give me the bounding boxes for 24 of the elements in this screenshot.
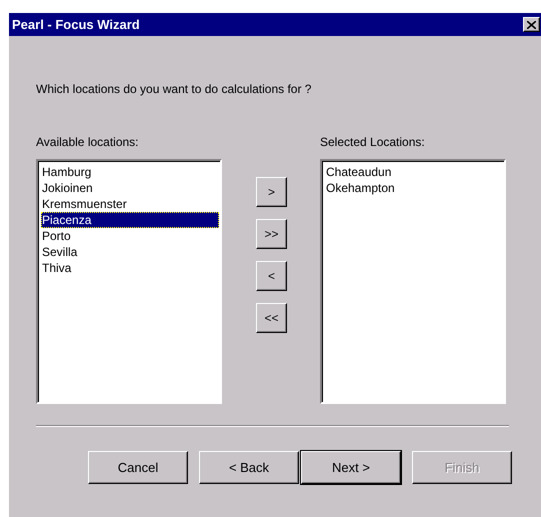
list-item[interactable]: Okehampton [325, 180, 503, 196]
wizard-button[interactable]: Next > [301, 451, 401, 484]
move-button[interactable]: >> [256, 219, 287, 249]
close-icon [527, 20, 536, 28]
window-title: Pearl - Focus Wizard [11, 17, 140, 32]
list-label: Selected Locations: [320, 135, 426, 149]
list-item[interactable]: Sevilla [41, 244, 219, 260]
list-item[interactable]: Kremsmuenster [41, 196, 219, 212]
move-button[interactable]: < [256, 261, 287, 291]
list-item[interactable]: Jokioinen [41, 180, 219, 196]
list-item[interactable]: Porto [41, 228, 219, 244]
list-item[interactable]: Chateaudun [325, 164, 503, 180]
close-button[interactable] [523, 17, 540, 32]
list-item[interactable]: Piacenza [41, 212, 219, 228]
location-list[interactable]: Hamburg Jokioinen Kremsmuenster Piacenza Porto Sevilla Thiva [36, 159, 222, 404]
location-list[interactable]: Chateaudun Okehampton [320, 159, 506, 404]
wizard-button[interactable]: Cancel [88, 451, 188, 484]
list-item[interactable]: Hamburg [41, 164, 219, 180]
prompt-text: Which locations do you want to do calculations for ? [36, 82, 312, 96]
move-button[interactable]: > [256, 177, 287, 207]
move-button[interactable]: << [256, 303, 287, 333]
list-label: Available locations: [36, 135, 140, 149]
wizard-button[interactable]: < Back [199, 451, 299, 484]
list-item[interactable]: Thiva [41, 260, 219, 276]
